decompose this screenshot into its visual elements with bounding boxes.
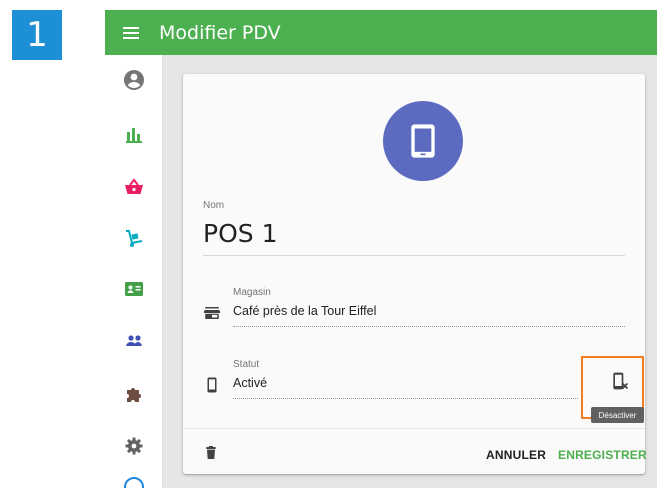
tablet-icon bbox=[411, 124, 435, 158]
edit-pos-card: Nom POS 1 Magasin Café près de la Tour E… bbox=[183, 74, 647, 474]
step-badge: 1 bbox=[12, 10, 62, 60]
store-underline bbox=[233, 326, 625, 327]
cancel-button[interactable]: ANNULER bbox=[486, 448, 546, 462]
hand-truck-icon[interactable] bbox=[122, 226, 146, 250]
menu-icon[interactable] bbox=[123, 26, 139, 39]
phone-icon bbox=[203, 376, 221, 399]
save-button[interactable]: ENREGISTRER bbox=[558, 448, 647, 462]
store-label: Magasin bbox=[233, 287, 271, 298]
status-label: Statut bbox=[233, 359, 260, 370]
app-window: Modifier PDV Nom POS 1 Magasin Café près… bbox=[105, 10, 657, 488]
contact-card-icon[interactable] bbox=[122, 277, 146, 301]
page-title: Modifier PDV bbox=[159, 21, 281, 44]
store-icon bbox=[203, 304, 221, 327]
deactivate-button[interactable] bbox=[607, 366, 633, 396]
phone-off-icon bbox=[613, 372, 629, 390]
status-field[interactable]: Activé bbox=[233, 376, 267, 390]
puzzle-icon[interactable] bbox=[122, 382, 146, 406]
name-underline bbox=[203, 255, 625, 256]
sidebar bbox=[105, 55, 163, 488]
chart-icon[interactable] bbox=[122, 123, 146, 147]
tablet-avatar bbox=[383, 101, 463, 181]
settings-icon[interactable] bbox=[122, 434, 146, 458]
app-bar: Modifier PDV bbox=[105, 10, 657, 55]
status-underline bbox=[233, 398, 578, 399]
users-icon[interactable] bbox=[122, 329, 146, 353]
basket-icon[interactable] bbox=[122, 175, 146, 199]
deactivate-tooltip: Désactiver bbox=[591, 407, 644, 423]
trash-icon[interactable] bbox=[203, 444, 219, 467]
name-field[interactable]: POS 1 bbox=[203, 219, 277, 248]
name-label: Nom bbox=[203, 200, 225, 211]
card-divider bbox=[183, 428, 645, 429]
account-icon[interactable] bbox=[122, 68, 146, 92]
help-icon[interactable] bbox=[122, 475, 146, 488]
store-field[interactable]: Café près de la Tour Eiffel bbox=[233, 304, 376, 318]
